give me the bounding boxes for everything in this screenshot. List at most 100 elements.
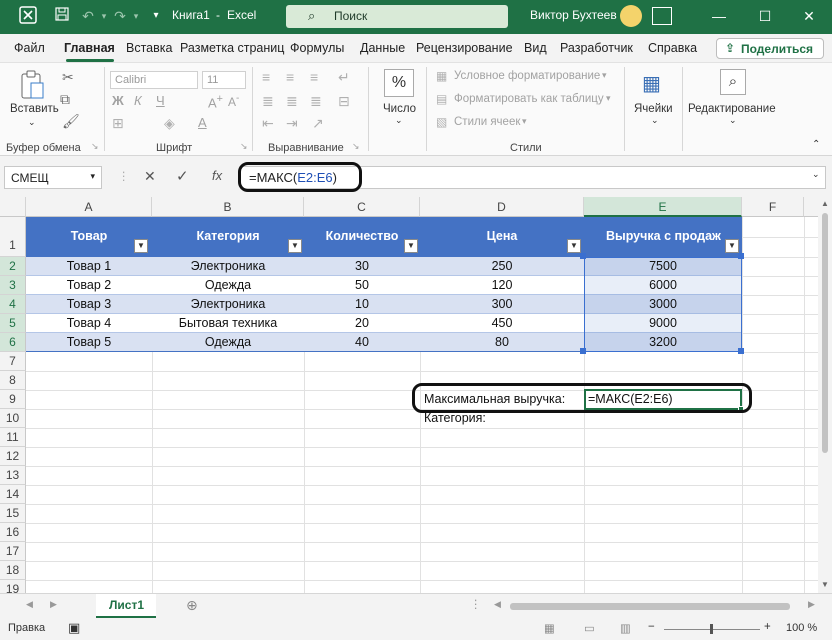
orientation-icon[interactable]: ↗ [312,115,324,132]
tab-file[interactable]: Файл [14,41,45,55]
font-size-box[interactable]: 11 [202,71,246,89]
merge-cells-icon[interactable]: ⊟ [338,93,350,110]
scroll-down-icon[interactable]: ▼ [821,580,829,589]
avatar[interactable] [620,5,642,27]
maximize-icon[interactable]: ☐ [742,0,788,34]
borders-icon[interactable]: ⊞ [112,115,124,132]
align-center-icon[interactable]: ≣ [286,93,298,110]
tab-review[interactable]: Рецензирование [416,41,513,55]
wrap-text-icon[interactable]: ↵ [338,69,350,86]
row-header[interactable]: 2 [0,257,26,276]
sheet-tab[interactable]: Лист1 [96,594,156,618]
page-layout-view-icon[interactable]: ▭ [584,621,595,635]
percent-icon[interactable]: % [384,69,414,97]
zoom-level[interactable]: 100 % [786,622,817,634]
table-header-cell[interactable]: Количество [304,229,420,243]
tab-insert[interactable]: Вставка [126,41,172,55]
row-header[interactable]: 11 [0,428,26,447]
add-sheet-icon[interactable]: ⊕ [186,597,198,614]
table-cell[interactable]: Одежда [152,335,304,349]
align-right-icon[interactable]: ≣ [310,93,322,110]
table-cell[interactable]: 120 [420,278,584,292]
fill-color-icon[interactable]: ◈ [164,115,175,132]
cells-label[interactable]: Ячейки [634,103,673,115]
tab-help[interactable]: Справка [648,41,697,55]
column-header[interactable]: D [420,197,584,217]
cell-styles-label[interactable]: Стили ячеек [454,116,520,128]
row-header[interactable]: 10 [0,409,26,428]
expand-formula-bar-icon[interactable]: ⌄ [812,169,820,180]
table-header-cell[interactable]: Цена [420,229,584,243]
clipboard-launcher-icon[interactable]: ↘ [91,141,99,152]
row-header[interactable]: 16 [0,523,26,542]
row-header[interactable]: 5 [0,314,26,333]
table-cell[interactable]: 3000 [584,297,742,311]
row-header[interactable]: 7 [0,352,26,371]
table-header-cell[interactable]: Выручка с продаж [584,229,736,243]
customize-qat-icon[interactable]: ▾ [146,6,166,26]
page-break-view-icon[interactable]: ▥ [620,621,631,635]
table-header-cell[interactable]: Категория [152,229,304,243]
row-header[interactable]: 4 [0,295,26,314]
table-cell[interactable]: 50 [304,278,420,292]
collapse-ribbon-icon[interactable]: ⌃ [812,139,820,150]
column-header[interactable]: C [304,197,420,217]
scrollbar-thumb[interactable] [822,213,828,453]
column-header[interactable]: F [742,197,804,217]
name-box[interactable]: СМЕЩ ▾ [4,166,102,189]
conditional-formatting-label[interactable]: Условное форматирование [454,70,600,82]
table-cell[interactable]: Товар 4 [26,316,152,330]
filter-dropdown-icon[interactable]: ▼ [288,239,302,253]
row-header[interactable]: 13 [0,466,26,485]
italic-icon[interactable]: К [134,93,142,108]
cut-icon[interactable]: ✂ [62,69,74,86]
shrink-font-icon[interactable]: A- [228,93,239,109]
cells-dropdown-icon[interactable]: ⌄ [651,115,659,126]
tab-view[interactable]: Вид [524,41,547,55]
table-cell[interactable]: 10 [304,297,420,311]
insert-function-icon[interactable]: fx [212,168,222,183]
tab-page-layout[interactable]: Разметка страниц [180,41,284,55]
font-launcher-icon[interactable]: ↘ [240,141,248,152]
table-cell[interactable]: 250 [420,259,584,273]
table-cell[interactable]: 20 [304,316,420,330]
filter-dropdown-icon[interactable]: ▼ [404,239,418,253]
scroll-up-icon[interactable]: ▲ [821,199,829,208]
zoom-slider-thumb[interactable] [710,624,713,634]
bold-icon[interactable]: Ж [112,93,124,108]
alignment-launcher-icon[interactable]: ↘ [352,141,360,152]
row-header[interactable]: 8 [0,371,26,390]
align-middle-icon[interactable]: ≡ [286,69,294,85]
chevron-down-icon[interactable]: ▾ [90,171,95,182]
search-box[interactable]: ⌕ Поиск [286,5,508,28]
copy-icon[interactable]: ⧉ [60,91,70,108]
table-cell[interactable]: Электроника [152,297,304,311]
editing-label[interactable]: Редактирование [688,103,776,115]
row-header[interactable]: 18 [0,561,26,580]
cancel-icon[interactable]: ✕ [144,168,156,185]
font-name-box[interactable]: Calibri [110,71,198,89]
filter-dropdown-icon[interactable]: ▼ [134,239,148,253]
number-label[interactable]: Число [383,103,416,115]
table-cell[interactable]: 7500 [584,259,742,273]
next-sheet-icon[interactable]: ▶ [50,599,57,610]
cells-icon[interactable]: ▦ [642,71,661,96]
vertical-scrollbar[interactable]: ▲ ▼ [818,197,832,593]
enter-icon[interactable]: ✓ [176,167,189,185]
accessibility-icon[interactable]: ▣ [68,620,80,636]
scroll-right-icon[interactable]: ▶ [808,599,815,610]
row-header[interactable]: 6 [0,333,26,352]
align-bottom-icon[interactable]: ≡ [310,69,318,85]
spreadsheet-grid[interactable]: A B C D E F 1 2 3 4 5 6 7 8 9 10 11 12 1… [0,197,818,593]
decrease-indent-icon[interactable]: ⇤ [262,115,274,132]
row-header[interactable]: 17 [0,542,26,561]
underline-icon[interactable]: Ч [156,93,165,108]
select-all-button[interactable] [0,197,26,217]
row-header[interactable]: 14 [0,485,26,504]
filter-dropdown-icon[interactable]: ▼ [725,239,739,253]
paste-label[interactable]: Вставить [10,103,59,115]
table-cell[interactable]: Одежда [152,278,304,292]
table-cell[interactable]: 6000 [584,278,742,292]
previous-sheet-icon[interactable]: ◀ [26,599,33,610]
align-left-icon[interactable]: ≣ [262,93,274,110]
